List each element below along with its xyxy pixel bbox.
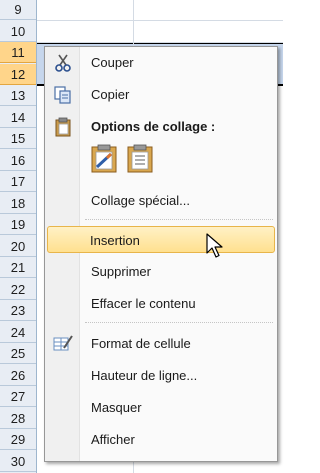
menu-item-label: Copier [91, 87, 130, 102]
menu-item-insert[interactable]: Insertion [47, 226, 275, 253]
row-header[interactable]: 13 [0, 85, 36, 106]
menu-item-label: Collage spécial... [91, 193, 190, 208]
menu-item-clear-contents[interactable]: Effacer le contenu [47, 290, 275, 317]
menu-item-label: Format de cellule [91, 336, 191, 351]
paste-formatting-icon[interactable] [89, 144, 119, 174]
row-header[interactable]: 24 [0, 322, 36, 343]
row-header[interactable]: 21 [0, 257, 36, 278]
paste-options-row [47, 142, 275, 178]
context-menu: Couper Copier Options de collage : Colla… [44, 46, 278, 462]
menu-item-label: Insertion [90, 233, 140, 248]
row-header[interactable]: 14 [0, 107, 36, 128]
menu-item-paste-special[interactable]: Collage spécial... [47, 187, 275, 214]
menu-item-label: Supprimer [91, 264, 151, 279]
menu-item-hide[interactable]: Masquer [47, 394, 275, 421]
row-header[interactable]: 29 [0, 429, 36, 450]
row-header[interactable]: 30 [0, 451, 36, 472]
menu-item-label: Effacer le contenu [91, 296, 196, 311]
format-cells-icon [53, 334, 73, 354]
row-headers: 9 10 11 12 13 14 15 16 17 18 19 20 21 22… [0, 0, 37, 473]
row-header[interactable]: 15 [0, 128, 36, 149]
row-header[interactable]: 27 [0, 386, 36, 407]
scissors-icon [53, 53, 73, 73]
menu-item-unhide[interactable]: Afficher [47, 426, 275, 453]
paste-values-icon[interactable] [125, 144, 155, 174]
menu-item-label: Masquer [91, 400, 142, 415]
row-header[interactable]: 20 [0, 236, 36, 257]
row-header[interactable]: 22 [0, 279, 36, 300]
row-header[interactable]: 26 [0, 365, 36, 386]
row-header[interactable]: 17 [0, 171, 36, 192]
row-header[interactable]: 16 [0, 150, 36, 171]
row-gridline [37, 42, 283, 43]
row-header-selected[interactable]: 11 [0, 42, 36, 63]
row-gridline [37, 20, 283, 21]
menu-item-cut[interactable]: Couper [47, 49, 275, 76]
row-header[interactable]: 19 [0, 214, 36, 235]
row-header[interactable]: 25 [0, 343, 36, 364]
row-header[interactable]: 28 [0, 408, 36, 429]
mouse-pointer-icon [205, 233, 225, 259]
row-header[interactable]: 23 [0, 300, 36, 321]
menu-item-label: Afficher [91, 432, 135, 447]
copy-icon [53, 85, 73, 105]
menu-item-label: Hauteur de ligne... [91, 368, 198, 383]
menu-item-copy[interactable]: Copier [47, 81, 275, 108]
menu-separator [85, 322, 273, 324]
menu-separator [85, 219, 273, 221]
menu-item-row-height[interactable]: Hauteur de ligne... [47, 362, 275, 389]
row-header[interactable]: 18 [0, 193, 36, 214]
menu-item-format-cells[interactable]: Format de cellule [47, 330, 275, 357]
clipboard-icon [53, 117, 73, 137]
row-header[interactable]: 10 [0, 21, 36, 42]
row-header[interactable]: 9 [0, 0, 36, 20]
menu-item-label: Couper [91, 55, 134, 70]
menu-header-paste-options: Options de collage : [47, 113, 275, 140]
row-header-selected[interactable]: 12 [0, 63, 36, 85]
menu-item-label: Options de collage : [91, 119, 216, 134]
menu-item-delete[interactable]: Supprimer [47, 258, 275, 285]
